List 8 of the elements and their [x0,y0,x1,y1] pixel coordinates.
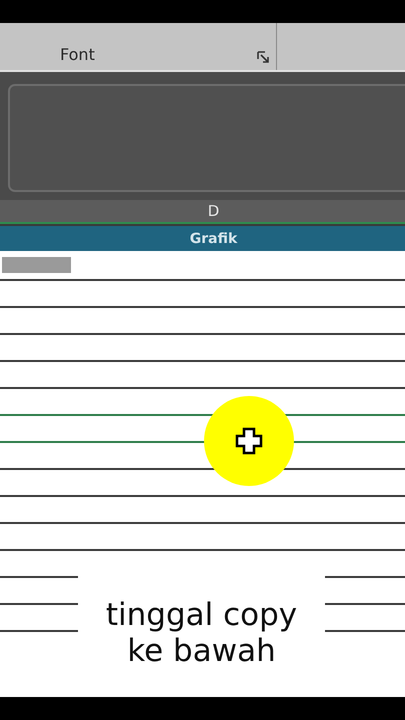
caption-text: ke bawah [127,632,276,668]
data-bar [2,257,71,273]
caption-text: tinggal copy [106,596,298,632]
cursor-highlight-icon [204,396,294,486]
dialog-launcher-icon[interactable] [257,51,270,64]
table-header: Grafik [0,224,405,251]
ribbon-group-label: Font [60,45,95,64]
column-header[interactable]: D [0,200,405,224]
